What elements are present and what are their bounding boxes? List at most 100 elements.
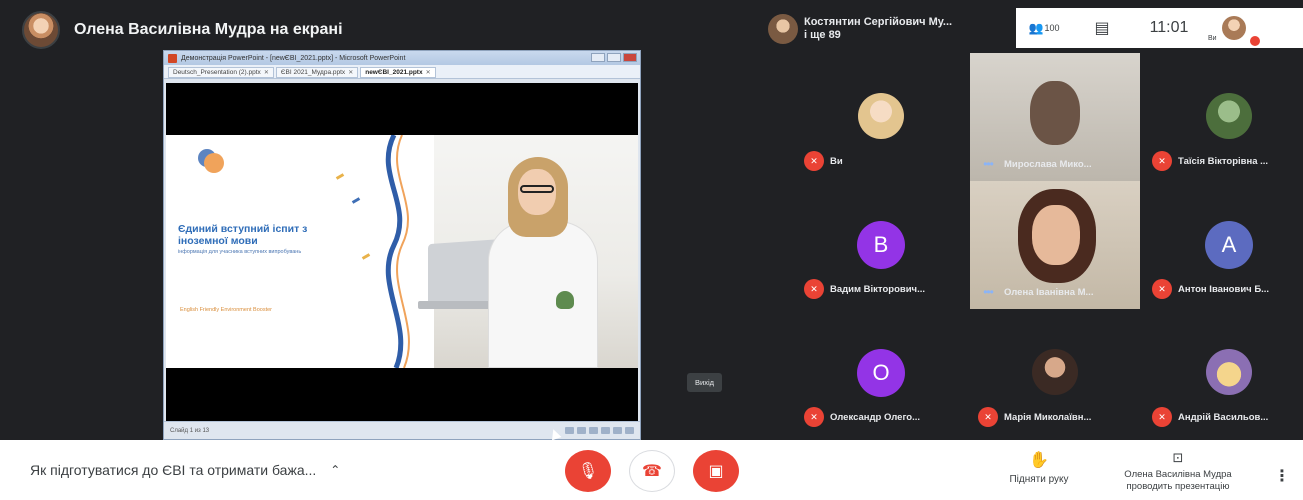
participant-video (1030, 81, 1080, 145)
decor-confetti-icon (335, 173, 345, 180)
active-speaker-header[interactable]: Костянтин Сергійович Му... і ще 89 (768, 10, 1008, 48)
camera-toggle-button[interactable]: ▣ (693, 450, 739, 492)
participant-grid: ✕ Ви ••• Мирослава Мико... ✕ Таїсія Вікт… (796, 53, 1303, 437)
slide-wave-icon (385, 135, 434, 368)
participant-tile[interactable]: А ✕ Антон Іванович Б... (1144, 181, 1303, 309)
participant-avatar (1032, 349, 1078, 395)
decor-blob-icon (204, 153, 224, 173)
meeting-details-button[interactable]: Як підготуватися до ЄВІ та отримати бажа… (30, 462, 340, 478)
document-tabs: Deutsch_Presentation (2).pptx ✕ ЄВІ 2021_… (164, 65, 640, 79)
chat-button[interactable]: ▤ (1072, 8, 1132, 48)
participant-name: Марія Миколаївн... (1004, 411, 1092, 423)
doc-tab-label: ЄВІ 2021_Мудра.pptx (280, 69, 346, 76)
participant-avatar (858, 93, 904, 139)
speaking-indicator-icon: ••• (983, 157, 994, 171)
self-label: Ви (1208, 35, 1217, 42)
raise-hand-label: Підняти руку (1009, 474, 1069, 485)
tab-close-icon: ✕ (425, 70, 431, 76)
doc-tab: ЄВІ 2021_Мудра.pptx ✕ (275, 67, 359, 78)
more-options-button[interactable]: ⋮ (1274, 466, 1290, 486)
clock: 11:01 (1149, 19, 1189, 36)
bottom-bar: Як підготуватися до ЄВІ та отримати бажа… (0, 440, 1303, 500)
window-controls (591, 53, 637, 62)
camera-off-icon: ▣ (708, 463, 724, 480)
present-screen-icon: ⊡ (1172, 450, 1184, 465)
participant-video-tile[interactable]: ••• Олена Іванівна М... (970, 181, 1140, 309)
mic-off-icon: ✕ (1152, 407, 1172, 427)
window-titlebar: Демонстрація PowerPoint - [newЄВІ_2021.p… (164, 51, 640, 65)
normal-view-icon (601, 427, 610, 434)
participant-video-tile[interactable]: ••• Мирослава Мико... (970, 53, 1140, 181)
next-icon (589, 427, 598, 434)
mic-off-icon: ✕ (804, 407, 824, 427)
slide-subtitle: інформація для учасника вступних випробу… (178, 249, 302, 255)
participant-name: Олександр Олего... (830, 411, 920, 423)
participant-name-row: ✕ Олександр Олего... (804, 407, 920, 427)
participant-avatar-letter: О (857, 349, 905, 397)
participant-name: Антон Іванович Б... (1178, 283, 1270, 295)
speaker-others: і ще 89 (804, 29, 841, 41)
slide-title: Єдиний вступний іспит з іноземної мови (178, 223, 308, 247)
presenting-line1: Олена Василівна Мудра (1124, 469, 1232, 480)
shared-screen: Демонстрація PowerPoint - [newЄВІ_2021.p… (163, 50, 641, 441)
participant-video (1032, 205, 1080, 265)
meeting-title: Як підготуватися до ЄВІ та отримати бажа… (30, 462, 317, 478)
woman-image (488, 221, 598, 368)
participant-name-row: ✕ Ви (804, 151, 843, 171)
speaker-avatar (768, 14, 798, 44)
minimize-icon (591, 53, 605, 62)
top-controls: 👥 100 ▤ 11:01 Ви (1016, 8, 1303, 48)
doc-tab-label: Deutsch_Presentation (2).pptx (173, 69, 261, 76)
window-title: Демонстрація PowerPoint - [newЄВІ_2021.p… (181, 54, 406, 62)
participant-name: Мирослава Мико... (1004, 158, 1092, 170)
powerpoint-icon (168, 53, 177, 63)
maximize-icon (607, 53, 621, 62)
participant-avatar (1206, 93, 1252, 139)
slide: Єдиний вступний іспит з іноземної мови і… (166, 135, 638, 368)
hand-icon: ✋ (1029, 452, 1049, 469)
participant-name-row: ✕ Вадим Вікторович... (804, 279, 925, 299)
reading-view-icon (625, 427, 634, 434)
slide-area: Єдиний вступний іспит з іноземної мови і… (166, 83, 638, 421)
participant-tile[interactable]: ✕ Марія Миколаївн... (970, 309, 1140, 437)
chat-icon: ▤ (1094, 20, 1110, 37)
participant-name: Андрій Васильов... (1178, 411, 1269, 423)
speaker-name: Костянтин Сергійович Му... (804, 16, 953, 28)
decor-confetti-icon (351, 197, 361, 204)
presenting-label: Олена Василівна Мудра проводить презента… (1098, 469, 1258, 493)
plant-image (556, 291, 574, 309)
participant-tile[interactable]: ✕ Таїсія Вікторівна ... (1144, 53, 1303, 181)
participant-avatar-letter: В (857, 221, 905, 269)
participant-name-row: ✕ Таїсія Вікторівна ... (1152, 151, 1268, 171)
people-button[interactable]: 👥 100 (1016, 8, 1072, 48)
presenter-bar: Олена Василівна Мудра на екрані (22, 10, 343, 50)
mic-toggle-button[interactable]: 🎙 (565, 450, 611, 492)
slide-counter: Слайд 1 из 13 (170, 427, 210, 434)
participant-tile[interactable]: О ✕ Олександр Олего... (796, 309, 966, 437)
doc-tab: Deutsch_Presentation (2).pptx ✕ (168, 67, 274, 78)
mic-off-icon: 🎙 (577, 463, 599, 480)
participant-tile[interactable]: ✕ Андрій Васильов... (1144, 309, 1303, 437)
presenter-avatar (22, 11, 60, 49)
participant-tile[interactable]: В ✕ Вадим Вікторович... (796, 181, 966, 309)
tab-close-icon: ✕ (263, 70, 269, 76)
self-tile[interactable]: Ви (1206, 8, 1260, 48)
presenter-title: Олена Василівна Мудра на екрані (74, 21, 343, 38)
mic-off-icon: ✕ (978, 407, 998, 427)
mic-off-icon: ✕ (804, 151, 824, 171)
sorter-view-icon (613, 427, 622, 434)
presenting-line2: проводить презентацію (1126, 481, 1230, 492)
hang-up-icon: ☎ (642, 463, 662, 480)
view-controls (565, 427, 634, 434)
presenting-button[interactable]: ⊡ Олена Василівна Мудра проводить презен… (1098, 450, 1258, 493)
participant-name: Вадим Вікторович... (830, 283, 925, 295)
raise-hand-button[interactable]: ✋ Підняти руку (994, 450, 1084, 485)
mic-off-icon: ✕ (1152, 151, 1172, 171)
mic-off-icon: ✕ (804, 279, 824, 299)
mic-off-icon: ✕ (1152, 279, 1172, 299)
call-controls: 🎙 ☎ ▣ (565, 450, 739, 492)
participant-tile[interactable]: ✕ Ви (796, 53, 966, 181)
leave-call-button[interactable]: ☎ (629, 450, 675, 492)
participant-name: Олена Іванівна М... (1004, 286, 1094, 298)
participant-name: Ви (830, 155, 843, 167)
